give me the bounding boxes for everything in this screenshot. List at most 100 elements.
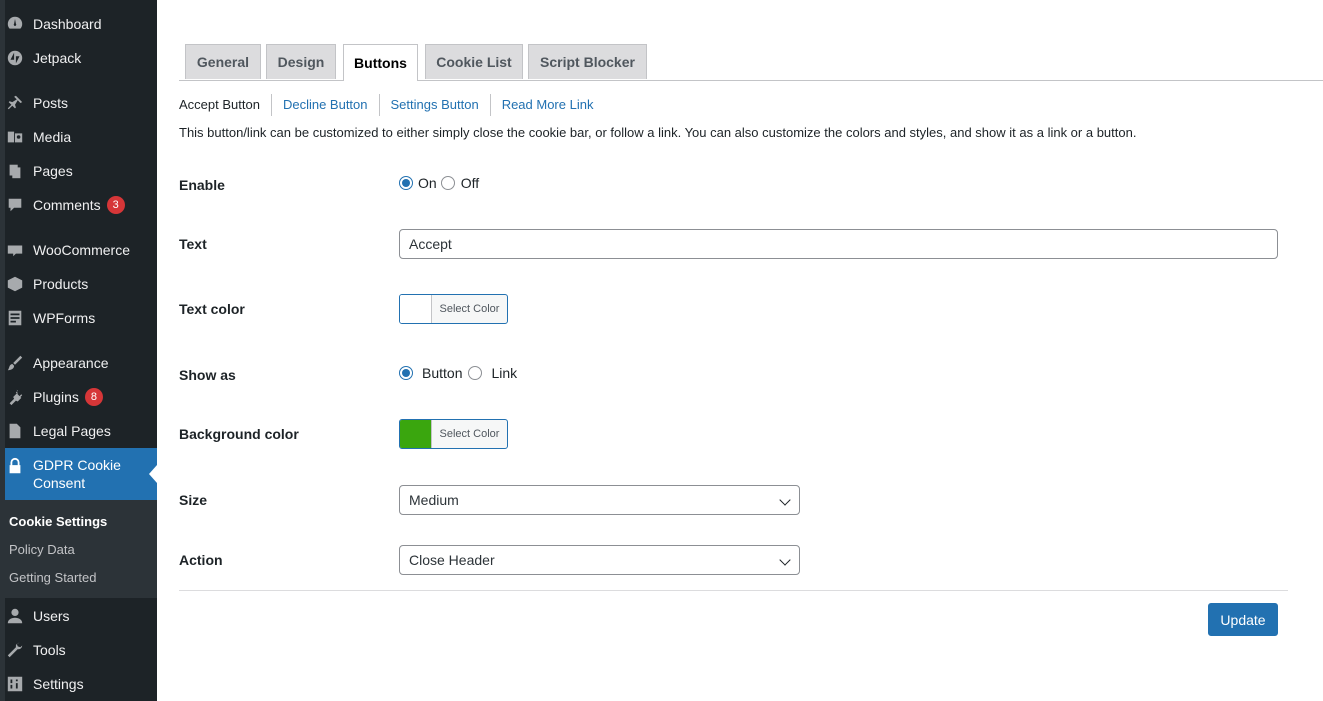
gdpr-submenu: Cookie Settings Policy Data Getting Star… (0, 500, 157, 598)
sidebar-item-tools[interactable]: Tools (5, 633, 157, 667)
document-icon (5, 421, 25, 441)
sidebar-item-label: Tools (33, 642, 66, 658)
show-as-radio-group: Button Link (399, 365, 517, 381)
sidebar-item-posts[interactable]: Posts (5, 86, 157, 120)
subnav-accept-button[interactable]: Accept Button (179, 94, 271, 116)
enable-radio-group: On Off (399, 175, 479, 191)
tab-cookie-list[interactable]: Cookie List (425, 44, 523, 79)
sidebar-item-users[interactable]: Users (5, 599, 157, 633)
size-selected-value: Medium (409, 492, 459, 508)
text-color-swatch (400, 295, 432, 323)
background-color-picker-button[interactable]: Select Color (399, 419, 508, 449)
subnav-settings-button[interactable]: Settings Button (378, 94, 490, 116)
sidebar-item-plugins[interactable]: Plugins 8 (5, 380, 157, 414)
text-color-label: Text color (179, 301, 245, 317)
sidebar-item-label: Pages (33, 163, 73, 179)
enable-off-radio[interactable] (440, 176, 455, 190)
jetpack-icon (5, 48, 25, 68)
submenu-policy-data[interactable]: Policy Data (9, 542, 75, 557)
sidebar-item-gdpr-cookie-consent[interactable]: GDPR Cookie Consent (5, 448, 157, 500)
action-label: Action (179, 552, 223, 568)
tab-buttons[interactable]: Buttons (343, 44, 418, 81)
forms-icon (5, 308, 25, 328)
button-text-input[interactable] (399, 229, 1278, 259)
sidebar-item-label: WooCommerce (33, 242, 130, 258)
media-icon (5, 127, 25, 147)
show-as-link-label: Link (491, 365, 518, 381)
sidebar-item-comments[interactable]: Comments 3 (5, 188, 157, 222)
size-select[interactable]: Medium (399, 485, 800, 515)
pages-icon (5, 161, 25, 181)
sidebar-item-jetpack[interactable]: Jetpack (5, 41, 157, 75)
comments-icon (5, 195, 25, 215)
settings-icon (5, 674, 25, 694)
tab-script-blocker[interactable]: Script Blocker (528, 44, 647, 79)
background-color-label: Background color (179, 426, 299, 442)
sidebar-item-wpforms[interactable]: WPForms (5, 301, 157, 335)
sidebar-item-appearance[interactable]: Appearance (5, 346, 157, 380)
chevron-down-icon (779, 554, 791, 566)
show-as-label: Show as (179, 367, 236, 383)
plugins-count-badge: 8 (84, 388, 103, 406)
tab-design[interactable]: Design (266, 44, 336, 79)
enable-on-radio[interactable] (399, 176, 413, 190)
woocommerce-icon (5, 240, 25, 260)
enable-off-label: Off (460, 175, 480, 191)
sidebar-item-label: WPForms (33, 310, 96, 326)
pin-icon (5, 93, 25, 113)
update-button[interactable]: Update (1208, 603, 1278, 636)
sidebar-item-media[interactable]: Media (5, 120, 157, 154)
sidebar-item-settings[interactable]: Settings (5, 667, 157, 701)
tab-general[interactable]: General (185, 44, 261, 79)
admin-sidebar: Dashboard Jetpack Posts Media Pages Comm… (0, 0, 157, 701)
submenu-cookie-settings[interactable]: Cookie Settings (9, 514, 107, 529)
action-select[interactable]: Close Header (399, 545, 800, 575)
sidebar-item-label: GDPR Cookie Consent (33, 457, 121, 491)
text-color-picker-label: Select Color (439, 303, 500, 315)
section-description: This button/link can be customized to ei… (179, 125, 1137, 140)
brush-icon (5, 353, 25, 373)
sidebar-item-label: Media (33, 129, 72, 145)
sidebar-item-dashboard[interactable]: Dashboard (5, 7, 157, 41)
submenu-getting-started[interactable]: Getting Started (9, 570, 96, 585)
sidebar-item-label: Jetpack (33, 50, 82, 66)
background-color-picker-label: Select Color (439, 428, 500, 440)
plugin-icon (5, 387, 25, 407)
sidebar-item-woocommerce[interactable]: WooCommerce (5, 233, 157, 267)
active-indicator-arrow (149, 465, 157, 483)
text-color-picker-button[interactable]: Select Color (399, 294, 508, 324)
sidebar-item-products[interactable]: Products (5, 267, 157, 301)
sidebar-item-label: Comments (33, 197, 101, 213)
button-subnav: Accept Button Decline Button Settings Bu… (179, 94, 604, 116)
enable-on-label: On (418, 175, 437, 191)
sidebar-item-label: Settings (33, 676, 84, 692)
chevron-down-icon (779, 494, 791, 506)
sidebar-item-label: Posts (33, 95, 69, 111)
settings-tabs: General Design Buttons Cookie List Scrip… (179, 44, 1323, 81)
action-selected-value: Close Header (409, 552, 495, 568)
lock-icon (5, 456, 25, 476)
sidebar-item-pages[interactable]: Pages (5, 154, 157, 188)
subnav-decline-button[interactable]: Decline Button (270, 94, 379, 116)
sidebar-item-legal-pages[interactable]: Legal Pages (5, 414, 157, 448)
wrench-icon (5, 640, 25, 660)
sidebar-item-label: Plugins (33, 389, 79, 405)
show-as-button-radio[interactable] (399, 366, 413, 380)
background-color-swatch (400, 420, 432, 448)
sidebar-item-label: Products (33, 276, 89, 292)
sidebar-item-label: Users (33, 608, 70, 624)
sidebar-item-label: Dashboard (33, 16, 102, 32)
sidebar-item-label: Appearance (33, 355, 109, 371)
products-icon (5, 274, 25, 294)
comments-count-badge: 3 (106, 196, 125, 214)
size-label: Size (179, 492, 208, 508)
show-as-button-label: Button (422, 365, 463, 381)
sidebar-item-label: Legal Pages (33, 423, 111, 439)
text-label: Text (179, 236, 207, 252)
subnav-read-more-link[interactable]: Read More Link (489, 94, 605, 116)
show-as-link-radio[interactable] (468, 366, 483, 380)
enable-label: Enable (179, 177, 225, 193)
dashboard-icon (5, 14, 25, 34)
user-icon (5, 606, 25, 626)
form-divider (179, 590, 1288, 591)
